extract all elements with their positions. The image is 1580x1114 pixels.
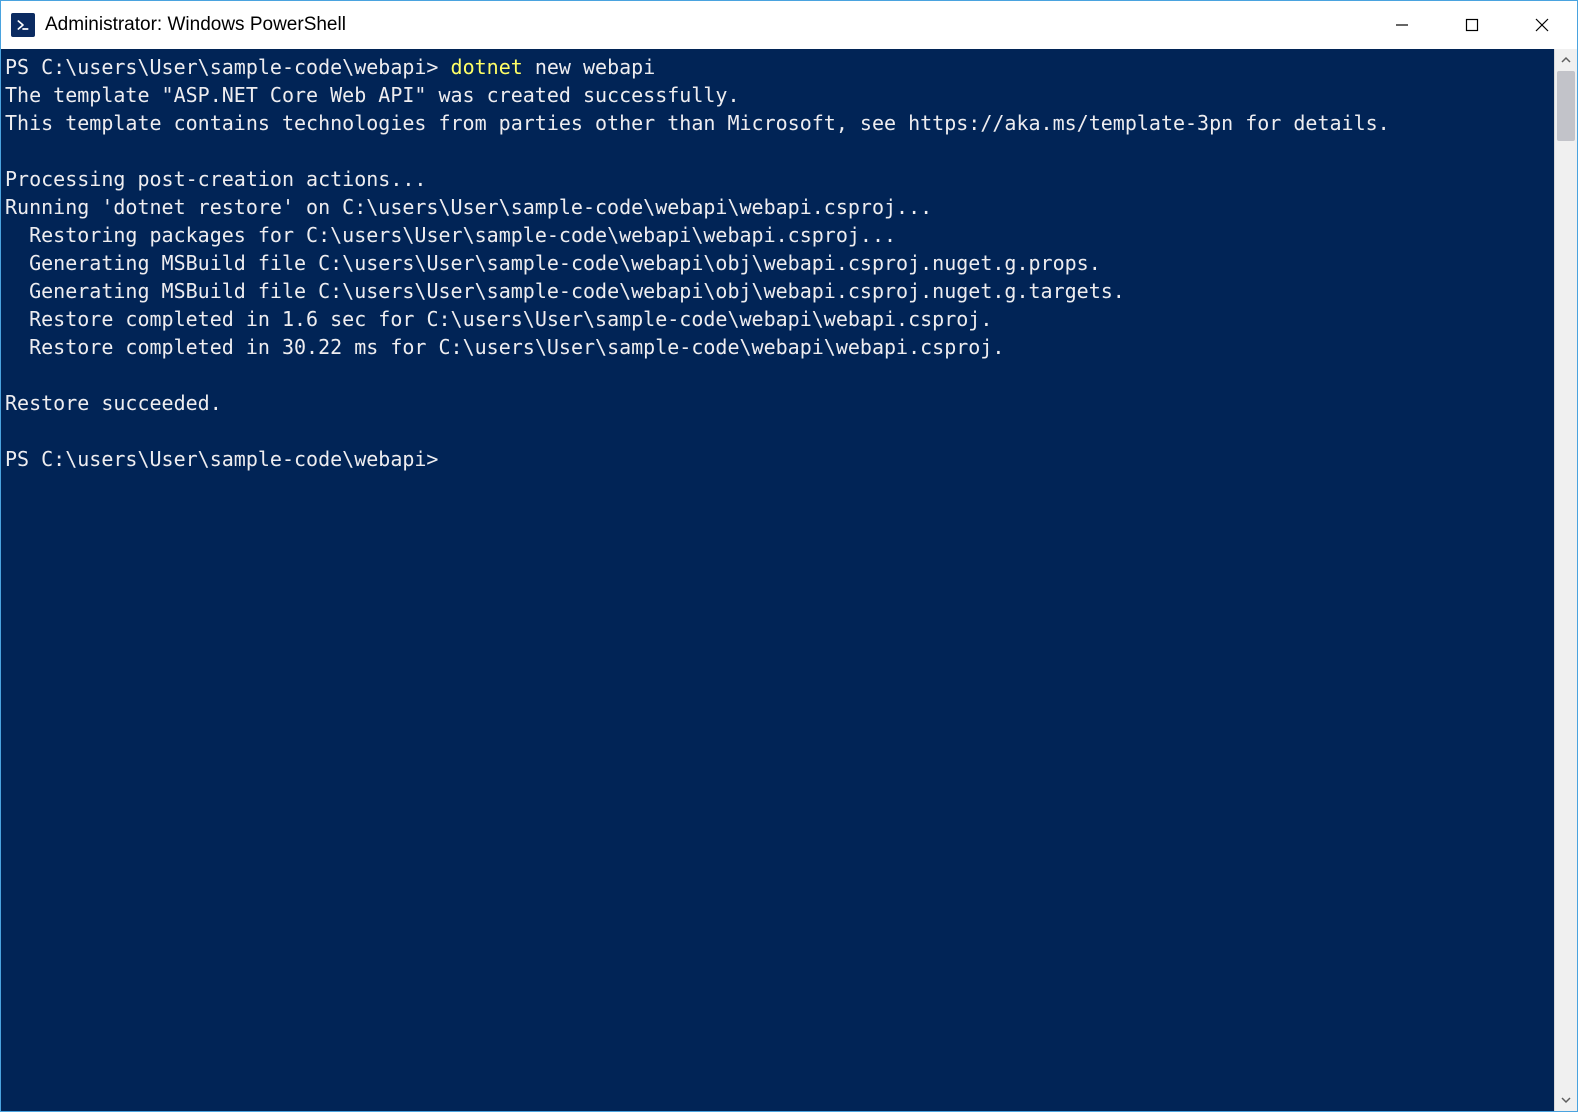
terminal-line: Generating MSBuild file C:\users\User\sa… xyxy=(5,277,1554,305)
powershell-window: Administrator: Windows PowerShell PS C:\… xyxy=(0,0,1578,1112)
terminal-prompt: PS C:\users\User\sample-code\webapi> xyxy=(5,445,1554,473)
terminal-line: The template "ASP.NET Core Web API" was … xyxy=(5,81,1554,109)
terminal-line: Restore completed in 1.6 sec for C:\user… xyxy=(5,305,1554,333)
terminal-line xyxy=(5,137,1554,165)
vertical-scrollbar[interactable] xyxy=(1554,49,1577,1111)
terminal-line xyxy=(5,417,1554,445)
window-controls xyxy=(1367,1,1577,49)
terminal-line: Processing post-creation actions... xyxy=(5,165,1554,193)
powershell-icon xyxy=(11,13,35,37)
minimize-button[interactable] xyxy=(1367,1,1437,49)
window-title: Administrator: Windows PowerShell xyxy=(45,14,1367,36)
scrollbar-thumb[interactable] xyxy=(1557,71,1575,141)
terminal-line: Generating MSBuild file C:\users\User\sa… xyxy=(5,249,1554,277)
maximize-button[interactable] xyxy=(1437,1,1507,49)
terminal-line: Running 'dotnet restore' on C:\users\Use… xyxy=(5,193,1554,221)
terminal-body: PS C:\users\User\sample-code\webapi> dot… xyxy=(1,49,1577,1111)
terminal-line: This template contains technologies from… xyxy=(5,109,1554,137)
terminal-output[interactable]: PS C:\users\User\sample-code\webapi> dot… xyxy=(1,49,1554,1111)
terminal-line: Restoring packages for C:\users\User\sam… xyxy=(5,221,1554,249)
terminal-line xyxy=(5,361,1554,389)
scroll-up-arrow[interactable] xyxy=(1555,49,1577,71)
scroll-down-arrow[interactable] xyxy=(1555,1089,1577,1111)
terminal-line: Restore completed in 30.22 ms for C:\use… xyxy=(5,333,1554,361)
terminal-line: Restore succeeded. xyxy=(5,389,1554,417)
close-button[interactable] xyxy=(1507,1,1577,49)
terminal-line: PS C:\users\User\sample-code\webapi> dot… xyxy=(5,53,1554,81)
scrollbar-track[interactable] xyxy=(1555,71,1577,1089)
titlebar[interactable]: Administrator: Windows PowerShell xyxy=(1,1,1577,49)
